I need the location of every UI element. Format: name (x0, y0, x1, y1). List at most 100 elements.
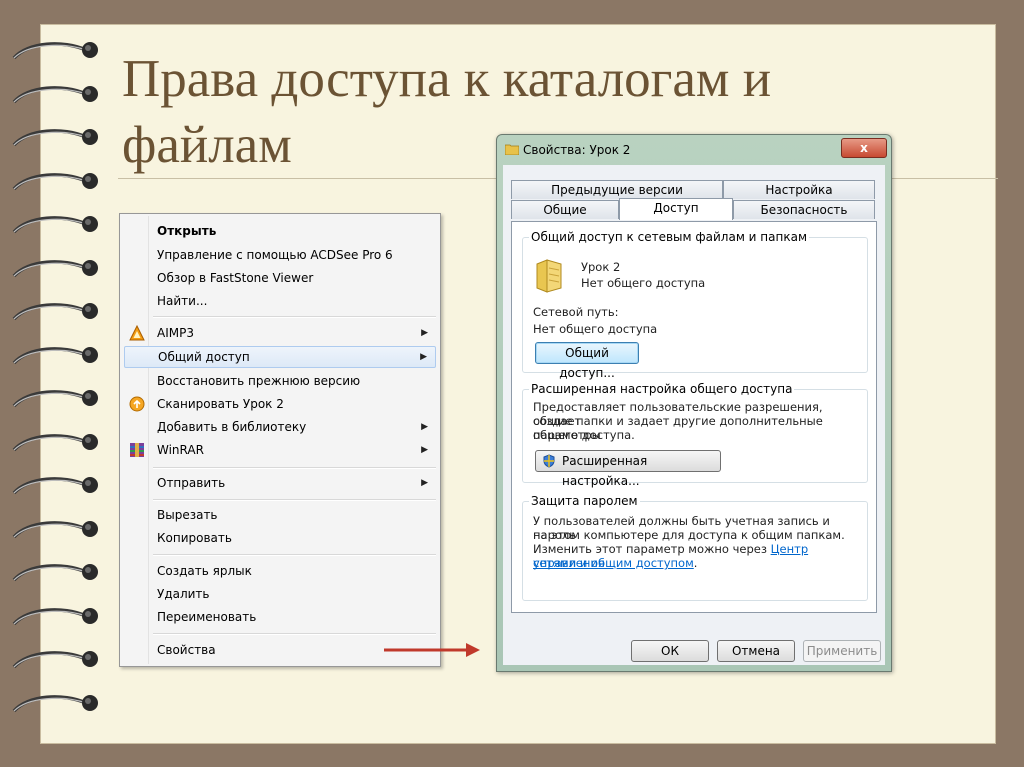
password-protection-text-line: сетями и общим доступом. (533, 556, 697, 570)
menu-item-label: Найти... (157, 294, 208, 308)
pointer-arrow-icon (384, 643, 480, 657)
spiral-ring-icon (12, 477, 98, 495)
network-center-link-continued[interactable]: сетями и общим доступом (533, 556, 694, 570)
menu-separator (153, 499, 436, 501)
share-button[interactable]: Общий доступ... (535, 342, 639, 380)
folder-name: Урок 2 (581, 260, 621, 274)
menu-item-label: WinRAR (157, 443, 204, 457)
password-protection-text-line: на этом компьютере для доступа к общим п… (533, 528, 845, 542)
menu-item-cut[interactable]: Вырезать (124, 504, 436, 526)
menu-item-label: Обзор в FastStone Viewer (157, 271, 314, 285)
advanced-sharing-description-line: общего доступа. (533, 428, 635, 442)
menu-item-label: Вырезать (157, 508, 218, 522)
menu-separator (153, 554, 436, 556)
spiral-ring-icon (12, 564, 98, 582)
spiral-ring-icon (12, 607, 98, 625)
spiral-binding (0, 0, 110, 767)
context-menu: Открыть Управление с помощью ACDSee Pro … (119, 213, 441, 667)
menu-item-label: Переименовать (157, 610, 257, 624)
menu-item-scan[interactable]: Сканировать Урок 2 (124, 393, 436, 415)
menu-item-label: Копировать (157, 531, 232, 545)
submenu-arrow-icon: ▶ (421, 422, 428, 432)
winrar-icon (130, 443, 144, 457)
spiral-ring-icon (12, 346, 98, 364)
sharing-tab-panel: Общий доступ к сетевым файлам и папкам У… (511, 221, 877, 613)
menu-item-label: Создать ярлык (157, 564, 252, 578)
network-sharing-group: Общий доступ к сетевым файлам и папкам У… (522, 230, 868, 380)
menu-item-restore-version[interactable]: Восстановить прежнюю версию (124, 370, 436, 392)
advanced-sharing-button-label: Расширенная настройка... (562, 454, 648, 488)
advanced-sharing-button[interactable]: Расширенная настройка... (535, 450, 721, 488)
submenu-arrow-icon: ▶ (420, 352, 427, 362)
spiral-ring-icon (12, 303, 98, 321)
spiral-ring-icon (12, 129, 98, 147)
submenu-arrow-icon: ▶ (421, 445, 428, 455)
properties-dialog: Свойства: Урок 2 x Предыдущие версии Нас… (496, 134, 892, 672)
spiral-ring-icon (12, 651, 98, 669)
menu-item-winrar[interactable]: WinRAR ▶ (124, 439, 436, 461)
menu-item-label: Добавить в библиотеку (157, 420, 307, 434)
folder-sharing-status: Нет общего доступа (581, 276, 706, 290)
menu-item-acdsee[interactable]: Управление с помощью ACDSee Pro 6 (124, 244, 436, 266)
menu-item-faststone[interactable]: Обзор в FastStone Viewer (124, 267, 436, 289)
group-title: Общий доступ к сетевым файлам и папкам (529, 230, 809, 244)
menu-item-delete[interactable]: Удалить (124, 583, 436, 605)
menu-item-label: Управление с помощью ACDSee Pro 6 (157, 248, 393, 262)
spiral-ring-icon (12, 694, 98, 712)
menu-separator (153, 467, 436, 469)
spiral-ring-icon (12, 259, 98, 277)
menu-separator (153, 633, 436, 635)
spiral-ring-icon (12, 85, 98, 103)
shared-folder-icon (536, 259, 562, 293)
menu-item-find[interactable]: Найти... (124, 290, 436, 312)
menu-separator (153, 316, 436, 318)
cancel-button[interactable]: Отмена (717, 640, 795, 662)
close-button[interactable]: x (841, 138, 887, 158)
dialog-body: Предыдущие версии Настройка Общие Доступ… (503, 165, 885, 665)
folder-icon (505, 144, 519, 155)
menu-item-label: Общий доступ (158, 350, 250, 364)
network-path-label: Сетевой путь: (533, 305, 619, 319)
group-title: Расширенная настройка общего доступа (529, 382, 795, 396)
network-path-value: Нет общего доступа (533, 322, 658, 336)
scan-icon (129, 396, 145, 412)
menu-item-aimp3[interactable]: AIMP3 ▶ (124, 322, 436, 344)
password-protection-text: . (693, 556, 698, 570)
spiral-ring-icon (12, 433, 98, 451)
tab-sharing[interactable]: Доступ (619, 198, 733, 220)
apply-button[interactable]: Применить (803, 640, 881, 662)
aimp-icon (129, 325, 145, 341)
menu-item-label: AIMP3 (157, 326, 194, 340)
dialog-title: Свойства: Урок 2 (523, 143, 631, 157)
menu-item-copy[interactable]: Копировать (124, 527, 436, 549)
menu-item-label: Отправить (157, 476, 226, 490)
menu-item-add-to-library[interactable]: Добавить в библиотеку ▶ (124, 416, 436, 438)
tab-previous-versions[interactable]: Предыдущие версии (511, 180, 723, 199)
uac-shield-icon (543, 454, 555, 468)
menu-item-sharing[interactable]: Общий доступ ▶ (124, 346, 436, 368)
group-title: Защита паролем (529, 494, 640, 508)
menu-item-open[interactable]: Открыть (124, 220, 436, 242)
menu-item-label: Открыть (157, 224, 217, 238)
submenu-arrow-icon: ▶ (421, 328, 428, 338)
advanced-sharing-group: Расширенная настройка общего доступа Пре… (522, 382, 868, 488)
spiral-ring-icon (12, 42, 98, 60)
tab-customize[interactable]: Настройка (723, 180, 875, 199)
password-protection-group: Защита паролем У пользователей должны бы… (522, 494, 868, 601)
password-protection-text: Изменить этот параметр можно через (533, 542, 771, 556)
spiral-ring-icon (12, 520, 98, 538)
spiral-ring-icon (12, 390, 98, 408)
menu-item-send-to[interactable]: Отправить ▶ (124, 472, 436, 494)
menu-item-create-shortcut[interactable]: Создать ярлык (124, 560, 436, 582)
menu-item-label: Восстановить прежнюю версию (157, 374, 361, 388)
tab-security[interactable]: Безопасность (733, 200, 875, 219)
tab-general[interactable]: Общие (511, 200, 619, 219)
menu-item-rename[interactable]: Переименовать (124, 606, 436, 628)
ok-button[interactable]: ОК (631, 640, 709, 662)
menu-item-label: Сканировать Урок 2 (157, 397, 284, 411)
menu-item-label: Удалить (157, 587, 210, 601)
spiral-ring-icon (12, 172, 98, 190)
menu-item-label: Свойства (157, 643, 216, 657)
spiral-ring-icon (12, 216, 98, 234)
submenu-arrow-icon: ▶ (421, 478, 428, 488)
